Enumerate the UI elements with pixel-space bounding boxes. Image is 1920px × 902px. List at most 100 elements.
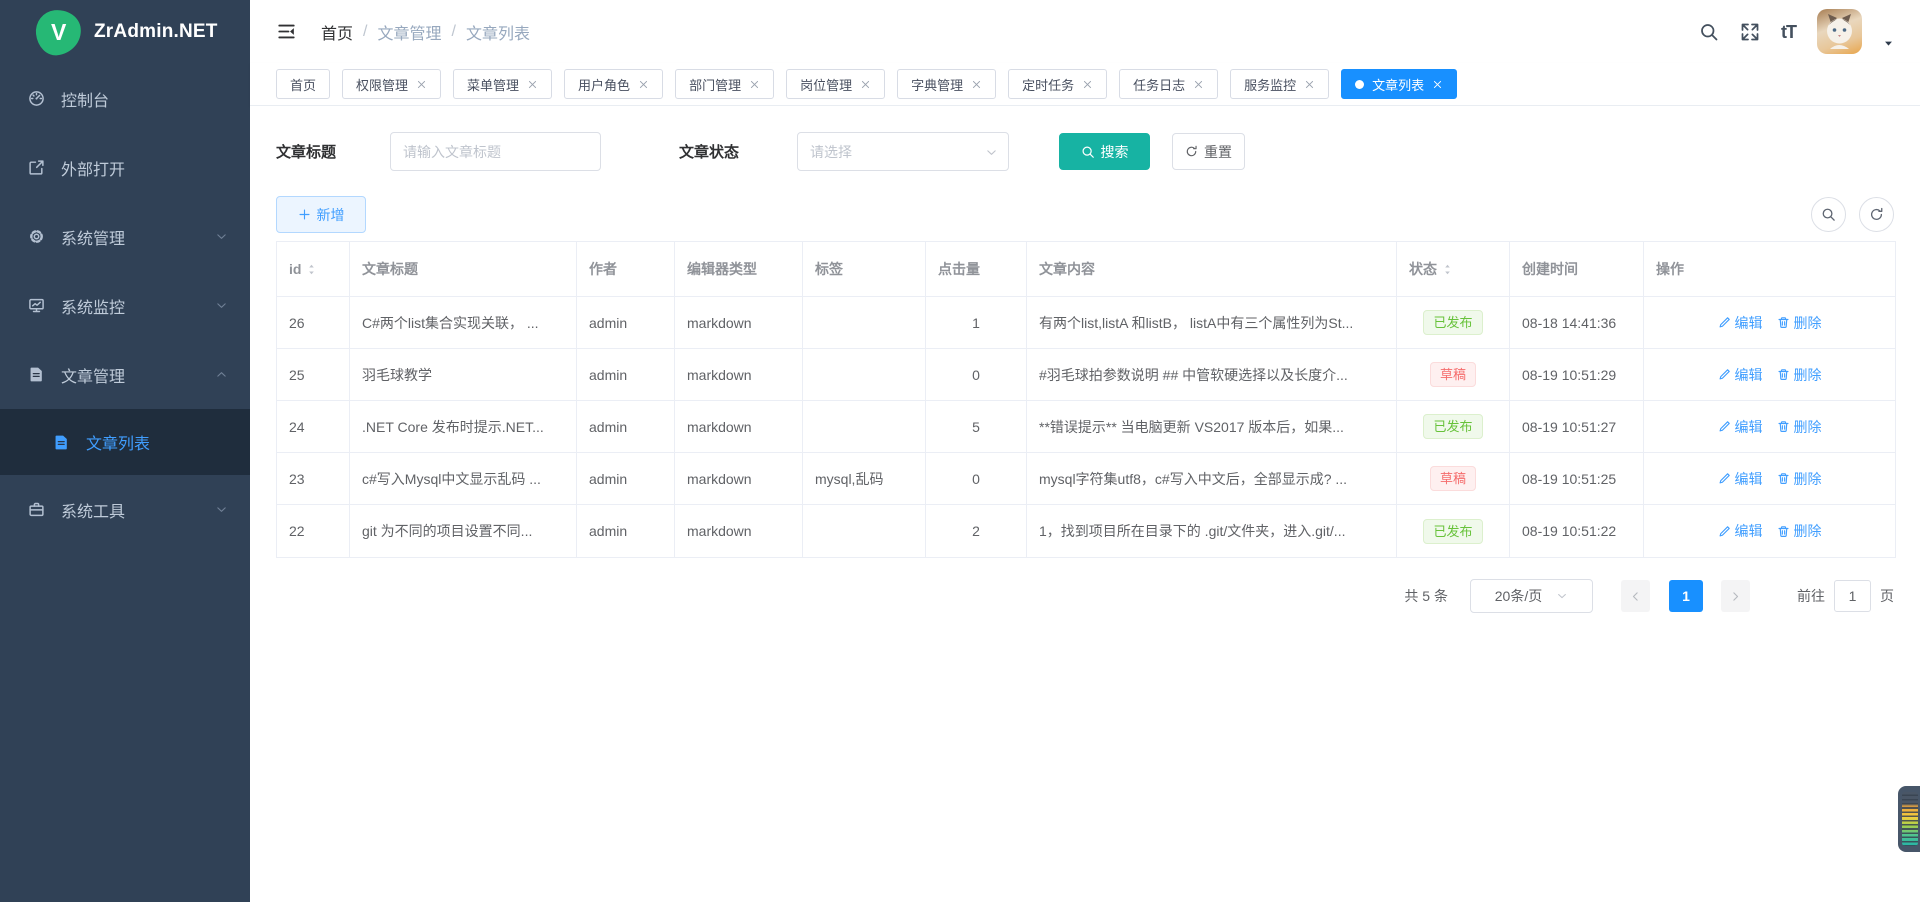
tab-service-monitor[interactable]: 服务监控 [1230,69,1329,99]
pencil-icon [1718,316,1731,329]
chevron-down-icon [215,503,228,516]
column-header[interactable]: id [277,242,350,297]
column-header: 作者 [577,242,675,297]
chevron-down-icon [215,230,228,243]
article-status-select[interactable]: 请选择 [797,132,1009,171]
user-avatar[interactable] [1817,9,1862,54]
close-icon[interactable] [1193,79,1204,90]
close-icon[interactable] [416,79,427,90]
app-title: ZrAdmin.NET [94,21,218,43]
close-icon[interactable] [971,79,982,90]
column-header-label: 文章标题 [362,261,418,277]
column-header: 文章标题 [350,242,577,297]
column-header-label: 作者 [589,261,617,277]
close-icon[interactable] [749,79,760,90]
sidebar-item-dashboard[interactable]: 控制台 [0,64,250,133]
page-number-button[interactable]: 1 [1669,580,1703,612]
pencil-icon [1718,472,1731,485]
tab-post-management[interactable]: 岗位管理 [786,69,885,99]
cell-created: 08-19 10:51:22 [1510,505,1644,557]
sidebar-collapse-icon[interactable] [276,21,297,42]
column-header-label: 文章内容 [1039,261,1095,277]
tab-label: 部门管理 [689,75,741,94]
theme-picker-handle[interactable] [1898,786,1920,852]
sort-icon[interactable] [1442,263,1453,276]
cell-content: 有两个list,listA 和listB， listA中有三个属性列为St... [1027,297,1397,349]
breadcrumb-home[interactable]: 首页 [321,20,353,44]
chevron-down-icon [215,299,228,312]
tab-task-log[interactable]: 任务日志 [1119,69,1218,99]
cell-editor: markdown [675,297,803,349]
cell-created: 08-19 10:51:27 [1510,401,1644,453]
page-size-select[interactable]: 20条/页 [1470,579,1593,613]
tab-dict-management[interactable]: 字典管理 [897,69,996,99]
user-menu-caret-icon[interactable] [1883,38,1894,49]
sidebar-item-system-management[interactable]: 系统管理 [0,202,250,271]
close-icon[interactable] [1432,79,1443,90]
tab-label: 权限管理 [356,75,408,94]
close-icon[interactable] [527,79,538,90]
edit-link[interactable]: 编辑 [1718,365,1763,385]
delete-link[interactable]: 删除 [1777,365,1822,385]
edit-link[interactable]: 编辑 [1718,469,1763,489]
action-label: 删除 [1794,469,1822,489]
close-icon[interactable] [860,79,871,90]
column-header-label: 创建时间 [1522,261,1578,277]
text-size-icon[interactable]: tT [1781,23,1796,41]
cell-title: git 为不同的项目设置不同... [350,505,577,557]
goto-page-input[interactable] [1834,580,1871,612]
tab-user-role[interactable]: 用户角色 [564,69,663,99]
search-icon[interactable] [1699,22,1719,42]
sidebar-item-article-list[interactable]: 文章列表 [0,409,250,475]
sidebar-item-external-open[interactable]: 外部打开 [0,133,250,202]
reset-button[interactable]: 重置 [1172,133,1245,170]
sidebar-item-system-tools[interactable]: 系统工具 [0,475,250,544]
document-icon [28,366,45,383]
tab-home[interactable]: 首页 [276,69,330,99]
fullscreen-icon[interactable] [1740,22,1760,42]
delete-link[interactable]: 删除 [1777,469,1822,489]
cell-id: 22 [277,505,350,557]
refresh-table-button[interactable] [1859,197,1894,232]
edit-link[interactable]: 编辑 [1718,417,1763,437]
delete-link[interactable]: 删除 [1777,417,1822,437]
article-title-input[interactable] [390,132,601,171]
tab-scheduled-task[interactable]: 定时任务 [1008,69,1107,99]
column-header[interactable]: 状态 [1397,242,1510,297]
search-icon [1821,207,1836,222]
action-label: 编辑 [1735,417,1763,437]
tab-label: 用户角色 [578,75,630,94]
prev-page-button[interactable] [1621,580,1650,612]
goto-label: 前往 [1797,586,1825,606]
edit-link[interactable]: 编辑 [1718,313,1763,333]
tab-permission-management[interactable]: 权限管理 [342,69,441,99]
tab-dept-management[interactable]: 部门管理 [675,69,774,99]
sort-icon[interactable] [306,263,317,276]
delete-link[interactable]: 删除 [1777,313,1822,333]
breadcrumb-separator: / [363,23,367,41]
search-icon [1081,145,1095,159]
cell-title: 羽毛球教学 [350,349,577,401]
breadcrumb-article-management[interactable]: 文章管理 [377,20,441,44]
column-header: 标签 [803,242,926,297]
cell-author: admin [577,349,675,401]
close-icon[interactable] [1082,79,1093,90]
edit-link[interactable]: 编辑 [1718,521,1763,541]
cell-created: 08-19 10:51:25 [1510,453,1644,505]
show-search-button[interactable] [1811,197,1846,232]
search-button[interactable]: 搜索 [1059,133,1150,170]
add-button[interactable]: 新增 [276,196,366,233]
sidebar-item-label: 控制台 [61,87,109,111]
next-page-button[interactable] [1721,580,1750,612]
sidebar-item-system-monitor[interactable]: 系统监控 [0,271,250,340]
sidebar-item-article-management[interactable]: 文章管理 [0,340,250,409]
tab-article-list[interactable]: 文章列表 [1341,69,1457,99]
app-logo[interactable]: V ZrAdmin.NET [0,0,250,64]
total-count: 共 5 条 [1404,586,1448,606]
tab-menu-management[interactable]: 菜单管理 [453,69,552,99]
close-icon[interactable] [638,79,649,90]
cell-status: 草稿 [1397,349,1510,401]
refresh-icon [1869,207,1884,222]
close-icon[interactable] [1304,79,1315,90]
delete-link[interactable]: 删除 [1777,521,1822,541]
